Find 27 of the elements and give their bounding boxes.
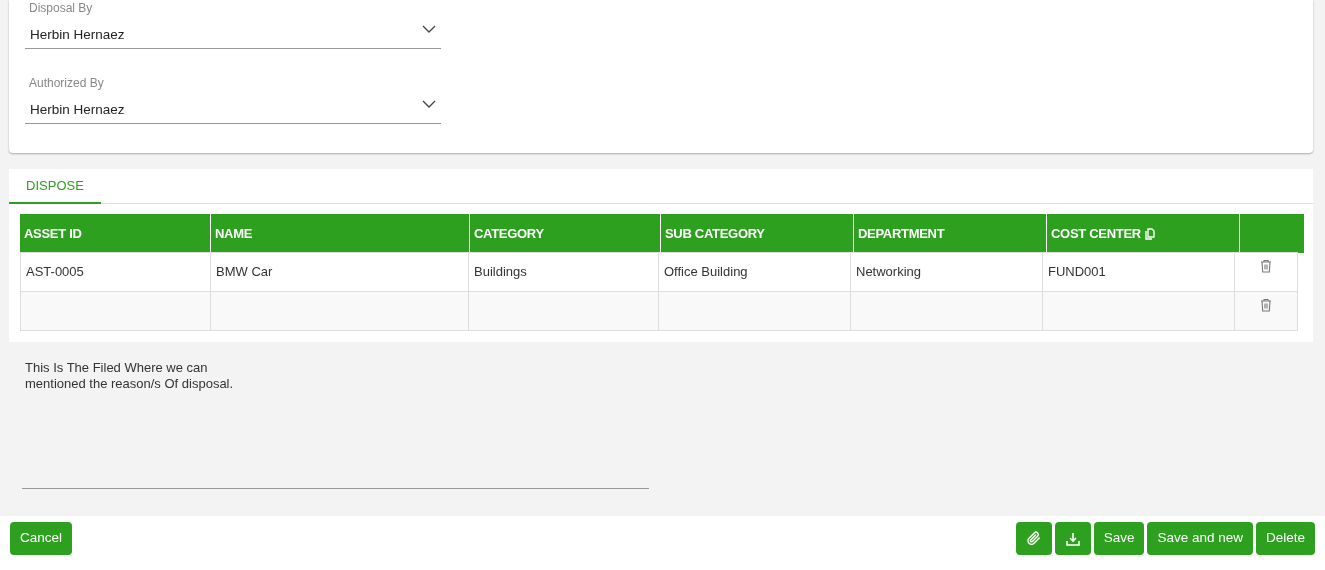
download-button[interactable] — [1054, 522, 1091, 555]
action-button[interactable]: Save and new — [1147, 522, 1253, 555]
action-button[interactable]: Save — [1093, 522, 1145, 555]
action-button[interactable]: Delete — [1255, 522, 1315, 555]
trash-icon[interactable] — [1260, 259, 1272, 273]
select-field[interactable]: Herbin Hernaez — [25, 99, 441, 124]
column-header: DEPARTMENT — [854, 214, 1047, 253]
field-label: Authorized By — [28, 75, 105, 91]
copy-icon[interactable] — [1144, 227, 1155, 240]
select-field[interactable]: Herbin Hernaez — [25, 24, 441, 49]
trash-icon[interactable] — [1260, 298, 1272, 312]
field-label: Disposal By — [28, 0, 94, 16]
chevron-down-icon — [422, 25, 436, 33]
column-header — [1240, 214, 1304, 253]
download-icon — [1065, 531, 1080, 546]
column-header: NAME — [211, 214, 470, 253]
table-cell: AST-0005 — [20, 252, 211, 292]
chevron-down-icon — [422, 100, 436, 108]
column-header: SUB CATEGORY — [661, 214, 854, 253]
tab[interactable]: DISPOSE — [9, 169, 101, 204]
attach-button[interactable] — [1015, 522, 1052, 555]
column-header: CATEGORY — [470, 214, 661, 253]
action-button[interactable]: Cancel — [10, 522, 73, 555]
reason-textarea[interactable]: This Is The Filed Where we can mentioned the reason/s Of disposal. — [22, 359, 649, 489]
paperclip-icon — [1026, 531, 1041, 546]
column-header: ASSET ID — [20, 214, 211, 253]
column-header: COST CENTER — [1047, 214, 1240, 253]
